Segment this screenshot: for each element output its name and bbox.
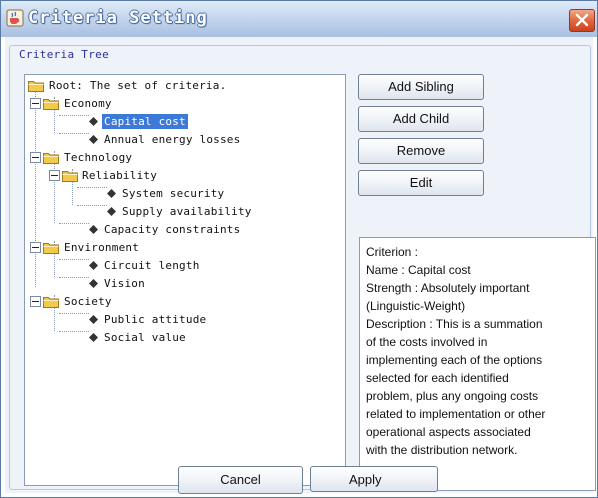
leaf-node-icon (89, 333, 98, 342)
criteria-tree-group: Criteria Tree Root: The set of criteria.… (9, 45, 596, 491)
remove-button[interactable]: Remove (358, 138, 484, 164)
cancel-button[interactable]: Cancel (178, 466, 303, 494)
tree-node-label: Society (64, 295, 112, 308)
group-label: Criteria Tree (17, 48, 111, 61)
tree-node-label: Circuit length (104, 259, 200, 272)
tree-node-label: Economy (64, 97, 112, 110)
tree-node-label: Technology (64, 151, 133, 164)
tree-node-reliability[interactable]: Reliability (25, 167, 345, 185)
collapse-toggle-icon[interactable] (30, 296, 41, 307)
detail-line: Strength : Absolutely important (366, 281, 530, 295)
tree-node-label: Root: The set of criteria. (49, 79, 227, 92)
tree-node-circuit-length[interactable]: Circuit length (25, 257, 345, 275)
tree-node-society[interactable]: Society (25, 293, 345, 311)
detail-line: Name : Capital cost (366, 263, 471, 277)
folder-open-icon (43, 243, 59, 254)
collapse-toggle-icon[interactable] (49, 170, 60, 181)
criterion-detail-panel[interactable]: Criterion : Name : Capital cost Strength… (359, 237, 596, 491)
tree-node-vision[interactable]: Vision (25, 275, 345, 293)
leaf-node-icon (89, 315, 98, 324)
leaf-node-icon (107, 189, 116, 198)
leaf-node-icon (89, 279, 98, 288)
tree-node-economy[interactable]: Economy (25, 95, 345, 113)
tree-node-technology[interactable]: Technology (25, 149, 345, 167)
tree-node-label: Supply availability (122, 205, 252, 218)
detail-line: of the costs involved in (366, 335, 488, 349)
leaf-node-icon (89, 117, 98, 126)
criteria-tree[interactable]: Root: The set of criteria. Economy Capit… (24, 74, 346, 486)
tree-node-label: Capacity constraints (104, 223, 241, 236)
folder-open-icon (43, 153, 59, 164)
collapse-toggle-icon[interactable] (30, 242, 41, 253)
detail-line: related to implementation or other (366, 407, 546, 421)
close-icon (575, 13, 589, 27)
leaf-node-icon (89, 135, 98, 144)
detail-line: with the distribution network. (366, 443, 518, 457)
tree-node-social-value[interactable]: Social value (25, 329, 345, 347)
title-bar[interactable]: Criteria Setting (1, 1, 597, 37)
tree-node-capacity-constraints[interactable]: Capacity constraints (25, 221, 345, 239)
tree-node-label: Environment (64, 241, 140, 254)
tree-node-label: Capital cost (102, 114, 188, 129)
detail-line: Description : This is a summation (366, 317, 543, 331)
tree-node-label: Vision (104, 277, 145, 290)
dialog-content: Criteria Tree Root: The set of criteria.… (5, 37, 596, 493)
tree-node-public-attitude[interactable]: Public attitude (25, 311, 345, 329)
java-cup-icon (6, 9, 24, 27)
tree-node-label: System security (122, 187, 225, 200)
close-button[interactable] (569, 9, 595, 32)
tree-node-environment[interactable]: Environment (25, 239, 345, 257)
apply-button[interactable]: Apply (310, 466, 438, 492)
folder-open-icon (43, 297, 59, 308)
tree-node-capital-cost[interactable]: Capital cost (25, 113, 345, 131)
criterion-detail-text: Criterion : Name : Capital cost Strength… (366, 243, 590, 459)
tree-node-annual-energy-losses[interactable]: Annual energy losses (25, 131, 345, 149)
collapse-toggle-icon[interactable] (30, 152, 41, 163)
detail-line: Criterion : (366, 245, 419, 259)
add-sibling-button[interactable]: Add Sibling (358, 74, 484, 100)
detail-line: operational aspects associated (366, 425, 531, 439)
folder-open-icon (43, 99, 59, 110)
tree-node-label: Annual energy losses (104, 133, 241, 146)
tree-node-system-security[interactable]: System security (25, 185, 345, 203)
detail-line: (Linguistic-Weight) (366, 299, 466, 313)
edit-button[interactable]: Edit (358, 170, 484, 196)
tree-node-label: Reliability (82, 169, 158, 182)
detail-line: implementing each of the options (366, 353, 543, 367)
detail-line: problem, plus any ongoing costs (366, 389, 539, 403)
add-child-button[interactable]: Add Child (358, 106, 484, 132)
tree-node-label: Social value (104, 331, 186, 344)
detail-line: selected for each identified (366, 371, 509, 385)
tree-node-supply-availability[interactable]: Supply availability (25, 203, 345, 221)
tree-node-root[interactable]: Root: The set of criteria. (25, 77, 345, 95)
leaf-node-icon (89, 225, 98, 234)
window-title: Criteria Setting (28, 8, 208, 28)
folder-open-icon (62, 171, 78, 182)
criteria-setting-window: Criteria Setting Criteria Tree Root: The… (0, 0, 598, 498)
tree-node-label: Public attitude (104, 313, 207, 326)
collapse-toggle-icon[interactable] (30, 98, 41, 109)
leaf-node-icon (107, 207, 116, 216)
folder-open-icon (28, 81, 44, 92)
leaf-node-icon (89, 261, 98, 270)
